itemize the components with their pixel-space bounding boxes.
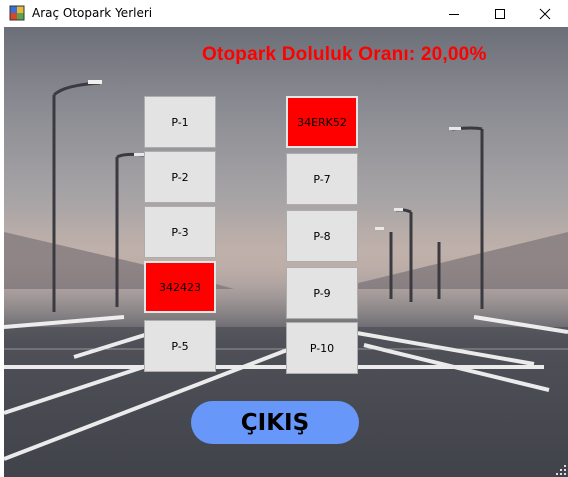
minimize-button[interactable]	[431, 0, 477, 27]
parking-slot-p8[interactable]: P-8	[286, 210, 358, 262]
app-window: Araç Otopark Yerleri Otopark Doluluk Ora…	[0, 0, 568, 477]
maximize-icon	[495, 8, 505, 19]
parking-slot-p7[interactable]: P-7	[286, 153, 358, 205]
close-icon	[539, 8, 551, 19]
parking-slot-p6[interactable]: 34ERK52	[286, 96, 358, 148]
maximize-button[interactable]	[477, 0, 523, 27]
form-client-area: Otopark Doluluk Oranı: 20,00% P-1 34ERK5…	[4, 27, 568, 477]
minimize-icon	[449, 13, 459, 15]
parking-slot-p4[interactable]: 342423	[144, 261, 216, 313]
close-button[interactable]	[522, 0, 568, 27]
parking-slot-p1[interactable]: P-1	[144, 96, 216, 148]
parking-slot-p2[interactable]: P-2	[144, 151, 216, 203]
parking-slot-p9[interactable]: P-9	[286, 267, 358, 319]
exit-button[interactable]: ÇIKIŞ	[191, 401, 359, 444]
parking-slot-p10[interactable]: P-10	[286, 322, 358, 374]
app-icon	[9, 5, 25, 21]
title-bar[interactable]: Araç Otopark Yerleri	[0, 0, 568, 27]
parking-slot-p3[interactable]: P-3	[144, 206, 216, 258]
window-title: Araç Otopark Yerleri	[32, 6, 153, 20]
occupancy-rate-label: Otopark Doluluk Oranı: 20,00%	[202, 44, 487, 65]
parking-slot-p5[interactable]: P-5	[144, 320, 216, 372]
resize-grip-icon[interactable]	[556, 465, 566, 475]
